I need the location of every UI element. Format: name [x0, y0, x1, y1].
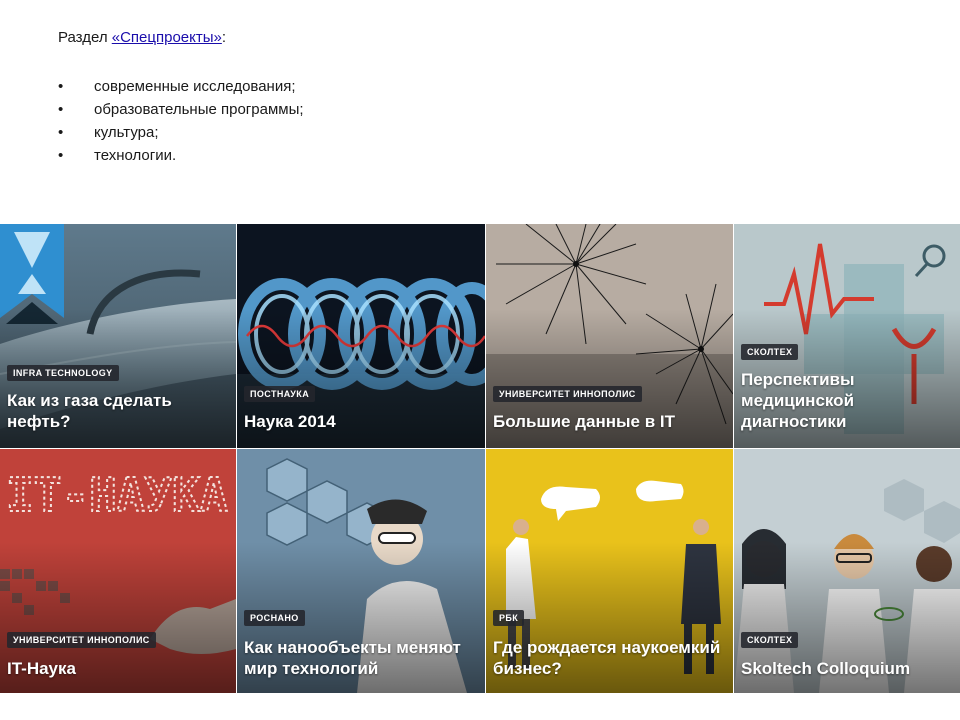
tile-title: Наука 2014: [244, 412, 336, 431]
project-tile-science-2014[interactable]: ПОСТНАУКА Наука 2014: [237, 224, 485, 448]
project-tile-skoltech-colloquium[interactable]: СКОЛТЕХ Skoltech Colloquium: [734, 449, 960, 693]
tile-badge: СКОЛТЕХ: [741, 632, 799, 648]
project-tile-it-science[interactable]: IT-НАУКА УНИВЕРСИТЕТ ИННОПОЛИС IT-Наука: [0, 449, 236, 693]
bullet-icon: •: [58, 78, 64, 95]
project-tile-gas-to-oil[interactable]: INFRA TECHNOLOGY Как из газа сделать неф…: [0, 224, 236, 448]
project-tile-science-business[interactable]: РБК Где рождается наукоемкий бизнес?: [486, 449, 733, 693]
list-item-text: современные исследования;: [94, 78, 296, 95]
list-item-text: культура;: [94, 124, 159, 141]
tile-title: Где рождается наукоемкий бизнес?: [493, 638, 721, 678]
tile-badge: РОСНАНО: [244, 610, 305, 626]
list-item: • образовательные программы;: [58, 98, 304, 121]
special-projects-link[interactable]: «Спецпроекты»: [112, 29, 222, 46]
tile-title: Как из газа сделать нефть?: [7, 391, 172, 431]
list-item: • технологии.: [58, 144, 304, 167]
list-item-text: технологии.: [94, 147, 177, 164]
bullet-icon: •: [58, 147, 64, 164]
special-projects-grid: INFRA TECHNOLOGY Как из газа сделать неф…: [0, 224, 960, 693]
project-tile-nano-objects[interactable]: РОСНАНО Как нанообъекты меняют мир техно…: [237, 449, 485, 693]
bullet-icon: •: [58, 101, 64, 118]
tile-badge: УНИВЕРСИТЕТ ИННОПОЛИС: [7, 632, 156, 648]
list-item: • культура;: [58, 121, 304, 144]
tile-title: Как нанообъекты меняют мир технологий: [244, 638, 461, 678]
intro-suffix: :: [221, 29, 227, 46]
project-tile-medical-diagnostics[interactable]: СКОЛТЕХ Перспективы медицинской диагност…: [734, 224, 960, 448]
tile-badge: ПОСТНАУКА: [244, 386, 316, 402]
list-item-text: образовательные программы;: [94, 101, 304, 118]
tile-badge: INFRA TECHNOLOGY: [7, 365, 119, 381]
it-science-dotted-title: IT-НАУКА: [6, 468, 228, 522]
project-tile-big-data[interactable]: УНИВЕРСИТЕТ ИННОПОЛИС Большие данные в I…: [486, 224, 733, 448]
intro-line: Раздел «Спецпроекты»:: [58, 29, 226, 46]
tile-title: Skoltech Colloquium: [741, 659, 911, 678]
tile-badge: СКОЛТЕХ: [741, 344, 799, 360]
intro-prefix: Раздел: [58, 29, 112, 46]
tile-title: IT-Наука: [7, 659, 76, 678]
tile-badge: РБК: [493, 610, 525, 626]
bullet-icon: •: [58, 124, 64, 141]
tile-title: Перспективы медицинской диагностики: [741, 370, 855, 431]
list-item: • современные исследования;: [58, 75, 304, 98]
topic-list: • современные исследования; • образователь…: [58, 75, 304, 167]
tile-title: Большие данные в IT: [493, 412, 675, 431]
tile-badge: УНИВЕРСИТЕТ ИННОПОЛИС: [493, 386, 642, 402]
